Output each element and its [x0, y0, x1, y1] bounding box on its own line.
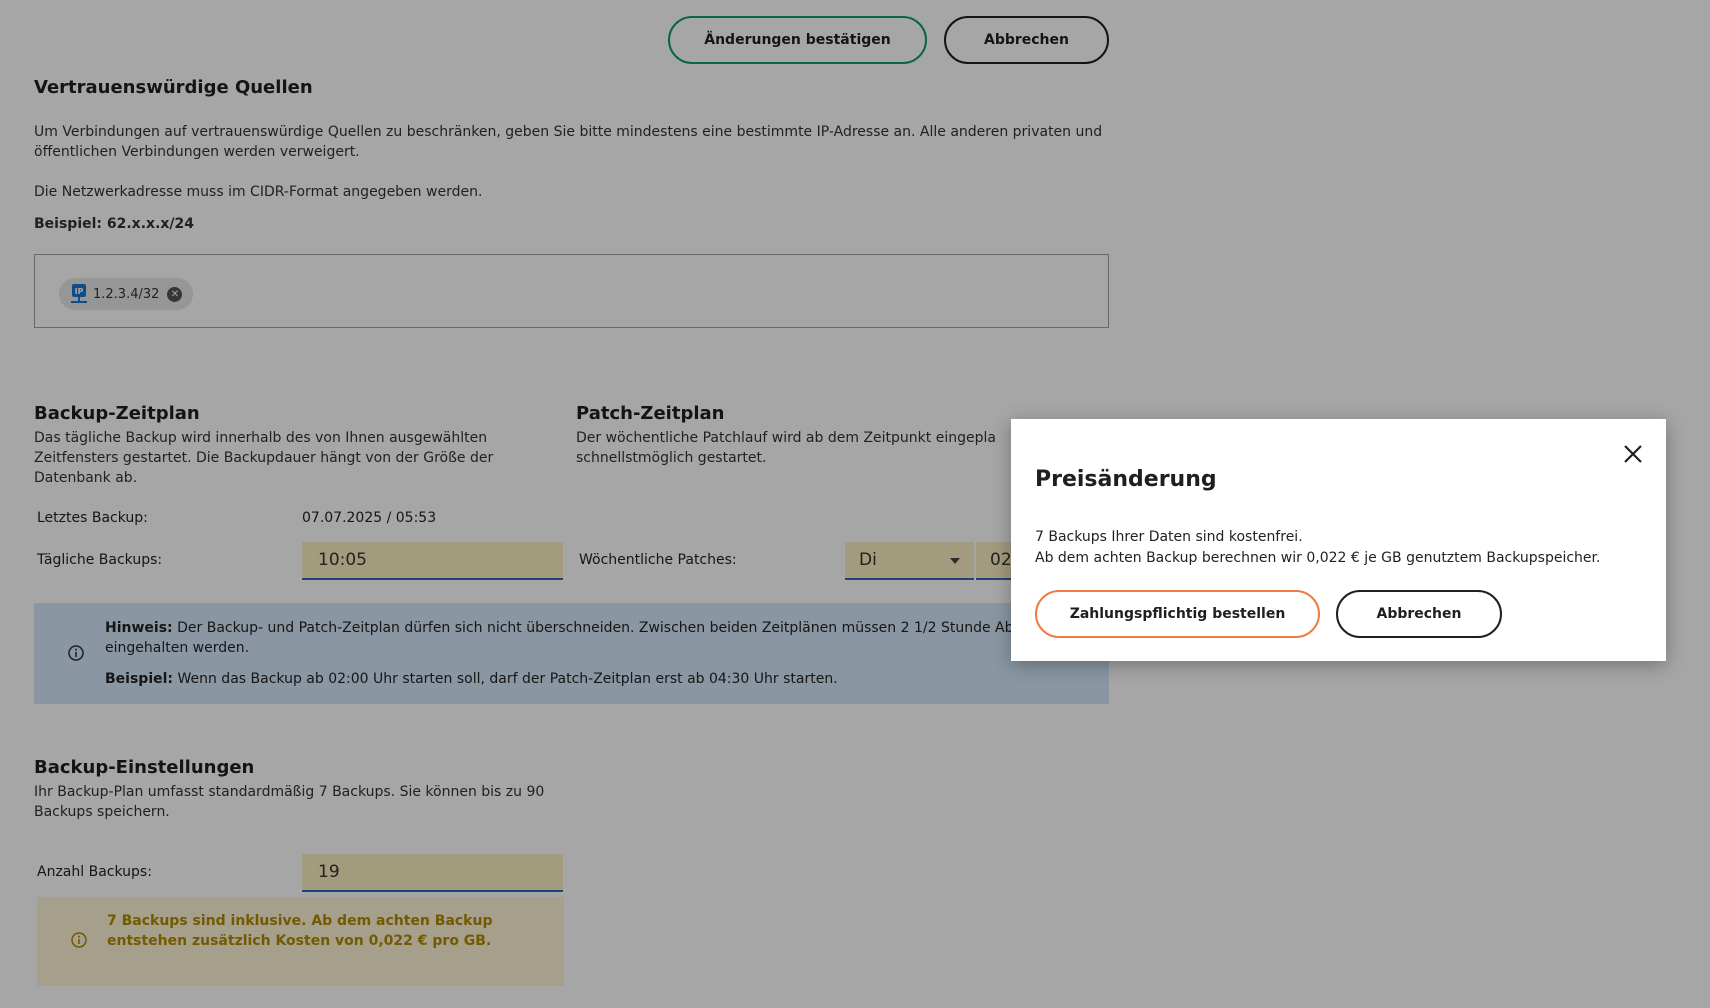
dialog-line-2: Ab dem achten Backup berechnen wir 0,022…: [1035, 550, 1601, 566]
page: Änderungen bestätigen Abbrechen Vertraue…: [0, 0, 1710, 1008]
dialog-cancel-button[interactable]: Abbrechen: [1336, 590, 1502, 638]
dialog-title: Preisänderung: [1035, 467, 1217, 492]
dialog-line-1: 7 Backups Ihrer Daten sind kostenfrei.: [1035, 529, 1303, 545]
price-change-dialog: Preisänderung 7 Backups Ihrer Daten sind…: [1011, 419, 1666, 661]
dialog-text: 7 Backups Ihrer Daten sind kostenfrei. A…: [1035, 527, 1600, 569]
close-icon[interactable]: [1620, 441, 1646, 467]
order-paid-button[interactable]: Zahlungspflichtig bestellen: [1035, 590, 1320, 638]
